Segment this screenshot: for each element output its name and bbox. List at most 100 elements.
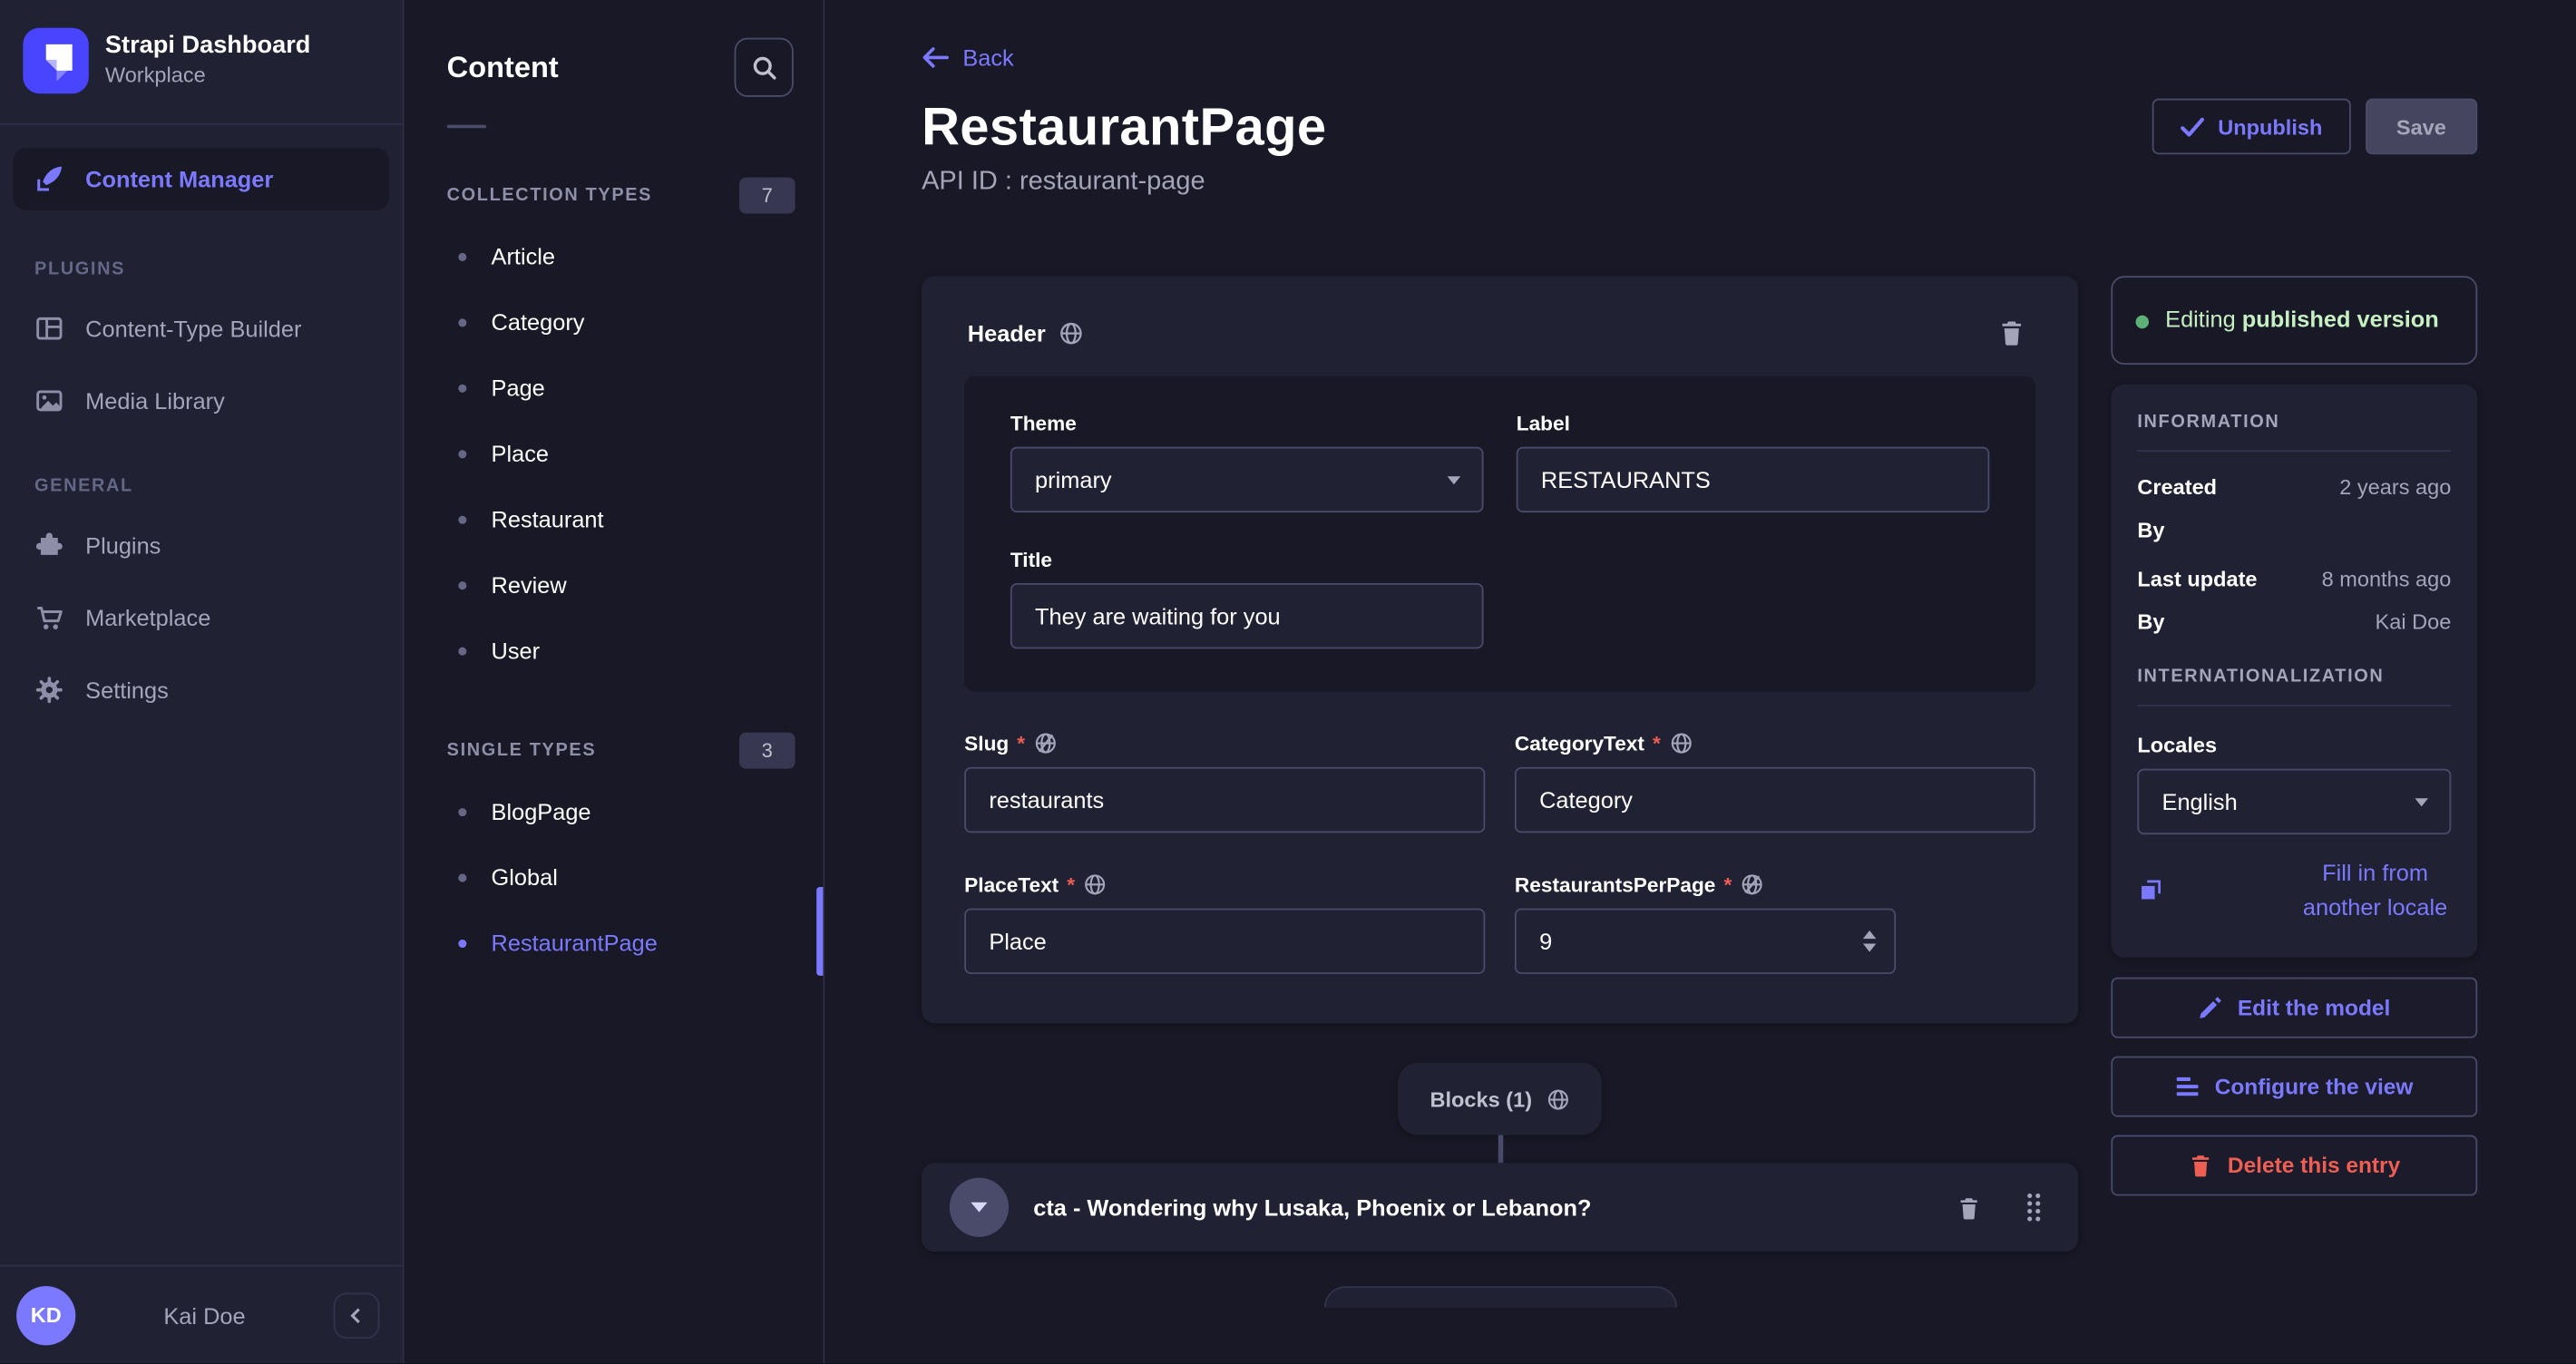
content-type-builder-icon [34, 314, 64, 344]
subnav-item-restaurantpage[interactable]: RestaurantPage [405, 910, 824, 975]
collection-types-list: Article Category Page Place Restaurant R… [405, 223, 824, 683]
pencil-icon [2198, 995, 2222, 1019]
form-card: Header [922, 276, 2078, 1023]
blocks-field-label[interactable]: Blocks (1) [1399, 1063, 1601, 1135]
slug-field-group: Slug* restaurants [964, 731, 1485, 833]
drag-handle[interactable] [2017, 1184, 2050, 1231]
back-link[interactable]: Back [922, 44, 1014, 71]
divider [2137, 450, 2451, 452]
globe-icon [1083, 872, 1107, 897]
app-title: Strapi Dashboard [105, 32, 310, 63]
strapi-app: Strapi Dashboard Workplace Content Manag… [0, 0, 2576, 1363]
bullet-icon [458, 252, 466, 260]
sidebar-item-marketplace[interactable]: Marketplace [13, 587, 389, 649]
subnav-item-article[interactable]: Article [405, 223, 824, 288]
puzzle-icon [34, 531, 64, 560]
slug-input[interactable]: restaurants [964, 767, 1485, 833]
status-text: Editing published version [2165, 302, 2439, 337]
general-section-label: GENERAL [0, 437, 403, 510]
sidebar-item-label: Settings [85, 677, 169, 703]
divider [2137, 704, 2451, 706]
collapse-nav-button[interactable] [334, 1292, 380, 1339]
arrow-left-icon [922, 46, 950, 69]
subnav-item-category[interactable]: Category [405, 289, 824, 355]
copy-icon [2137, 877, 2289, 903]
bullet-icon [458, 580, 466, 589]
block-item-cta: cta - Wondering why Lusaka, Phoenix or L… [922, 1163, 2078, 1252]
fill-from-locale-link[interactable]: Fill in from another locale [2137, 855, 2451, 924]
subnav-item-page[interactable]: Page [405, 355, 824, 420]
main-content: Back RestaurantPage API ID : restaurant-… [825, 0, 2576, 1363]
brand-text: Strapi Dashboard Workplace [105, 32, 310, 91]
number-stepper-icon[interactable] [1863, 930, 1876, 952]
globe-icon [1669, 731, 1693, 755]
blocks-connector [1498, 1135, 1502, 1164]
label-input[interactable]: RESTAURANTS [1517, 447, 1990, 512]
avatar: KD [16, 1285, 75, 1344]
strapi-logo-icon [23, 28, 88, 93]
bullet-icon [458, 647, 466, 655]
globe-icon [1546, 1086, 1570, 1111]
content-sub-nav: Content COLLECTION TYPES 7 Article Categ… [405, 0, 825, 1363]
bullet-icon [458, 317, 466, 326]
delete-entry-button[interactable]: Delete this entry [2111, 1135, 2477, 1195]
placetext-field-group: PlaceText* Place [964, 872, 1485, 974]
categorytext-field-group: CategoryText* Category [1515, 731, 2035, 833]
subnav-item-global[interactable]: Global [405, 844, 824, 910]
bullet-icon [458, 807, 466, 815]
entry-sidebar: Editing published version INFORMATION Cr… [2111, 276, 2477, 1307]
info-row-created: Created 2 years ago [2137, 474, 2451, 499]
subnav-item-restaurant[interactable]: Restaurant [405, 486, 824, 551]
restaurantsperpage-stepper[interactable]: 9 [1515, 909, 1896, 974]
locales-label: Locales [2137, 732, 2451, 756]
subnav-item-review[interactable]: Review [405, 552, 824, 618]
globe-strike-icon [1033, 731, 1058, 755]
expand-block-button[interactable] [950, 1178, 1009, 1237]
sidebar-item-plugins[interactable]: Plugins [13, 514, 389, 577]
brand[interactable]: Strapi Dashboard Workplace [10, 0, 403, 123]
sidebar-item-label: Plugins [85, 532, 161, 559]
sidebar-item-settings[interactable]: Settings [13, 658, 389, 721]
entry-form: Header [922, 276, 2078, 1307]
content-manager-icon [34, 164, 64, 194]
sidebar-item-label: Content-Type Builder [85, 316, 301, 342]
locale-select[interactable]: English [2137, 768, 2451, 833]
restaurantsperpage-field-group: RestaurantsPerPage* 9 [1515, 872, 2035, 974]
active-item-indicator [816, 887, 823, 976]
subnav-item-place[interactable]: Place [405, 421, 824, 486]
info-row-created-by: By [2137, 517, 2451, 541]
list-settings-icon [2175, 1074, 2200, 1098]
delete-component-button[interactable] [1991, 312, 2032, 353]
bullet-icon [458, 384, 466, 392]
internationalization-label: INTERNATIONALIZATION [2137, 667, 2451, 687]
collection-types-count-badge: 7 [739, 178, 795, 214]
categorytext-input[interactable]: Category [1515, 767, 2035, 833]
nav-footer: KD Kai Doe [0, 1265, 403, 1364]
trash-icon [2188, 1153, 2212, 1177]
gear-icon [34, 675, 64, 705]
globe-icon [1059, 319, 1085, 346]
save-button[interactable]: Save [2365, 99, 2477, 155]
sidebar-item-label: Marketplace [85, 605, 210, 631]
sidebar-item-media-library[interactable]: Media Library [13, 370, 389, 433]
bullet-icon [458, 873, 466, 882]
title-input[interactable]: They are waiting for you [1010, 583, 1484, 648]
single-types-count-badge: 3 [739, 733, 795, 769]
add-component-button[interactable] [1323, 1286, 1676, 1308]
cart-icon [34, 603, 64, 633]
single-types-list: BlogPage Global RestaurantPage [405, 779, 824, 976]
search-button[interactable] [735, 38, 794, 97]
placetext-input[interactable]: Place [964, 909, 1485, 974]
subnav-item-blogpage[interactable]: BlogPage [405, 779, 824, 844]
configure-view-button[interactable]: Configure the view [2111, 1056, 2477, 1116]
edit-model-button[interactable]: Edit the model [2111, 977, 2477, 1038]
sidebar-item-content-manager[interactable]: Content Manager [13, 148, 389, 210]
sidebar-item-content-type-builder[interactable]: Content-Type Builder [13, 297, 389, 360]
search-icon [750, 54, 778, 82]
subnav-divider [447, 125, 486, 129]
main-nav: Strapi Dashboard Workplace Content Manag… [0, 0, 405, 1363]
delete-block-button[interactable] [1950, 1188, 1988, 1226]
theme-select[interactable]: primary [1010, 447, 1484, 512]
unpublish-button[interactable]: Unpublish [2152, 99, 2350, 155]
subnav-item-user[interactable]: User [405, 618, 824, 683]
